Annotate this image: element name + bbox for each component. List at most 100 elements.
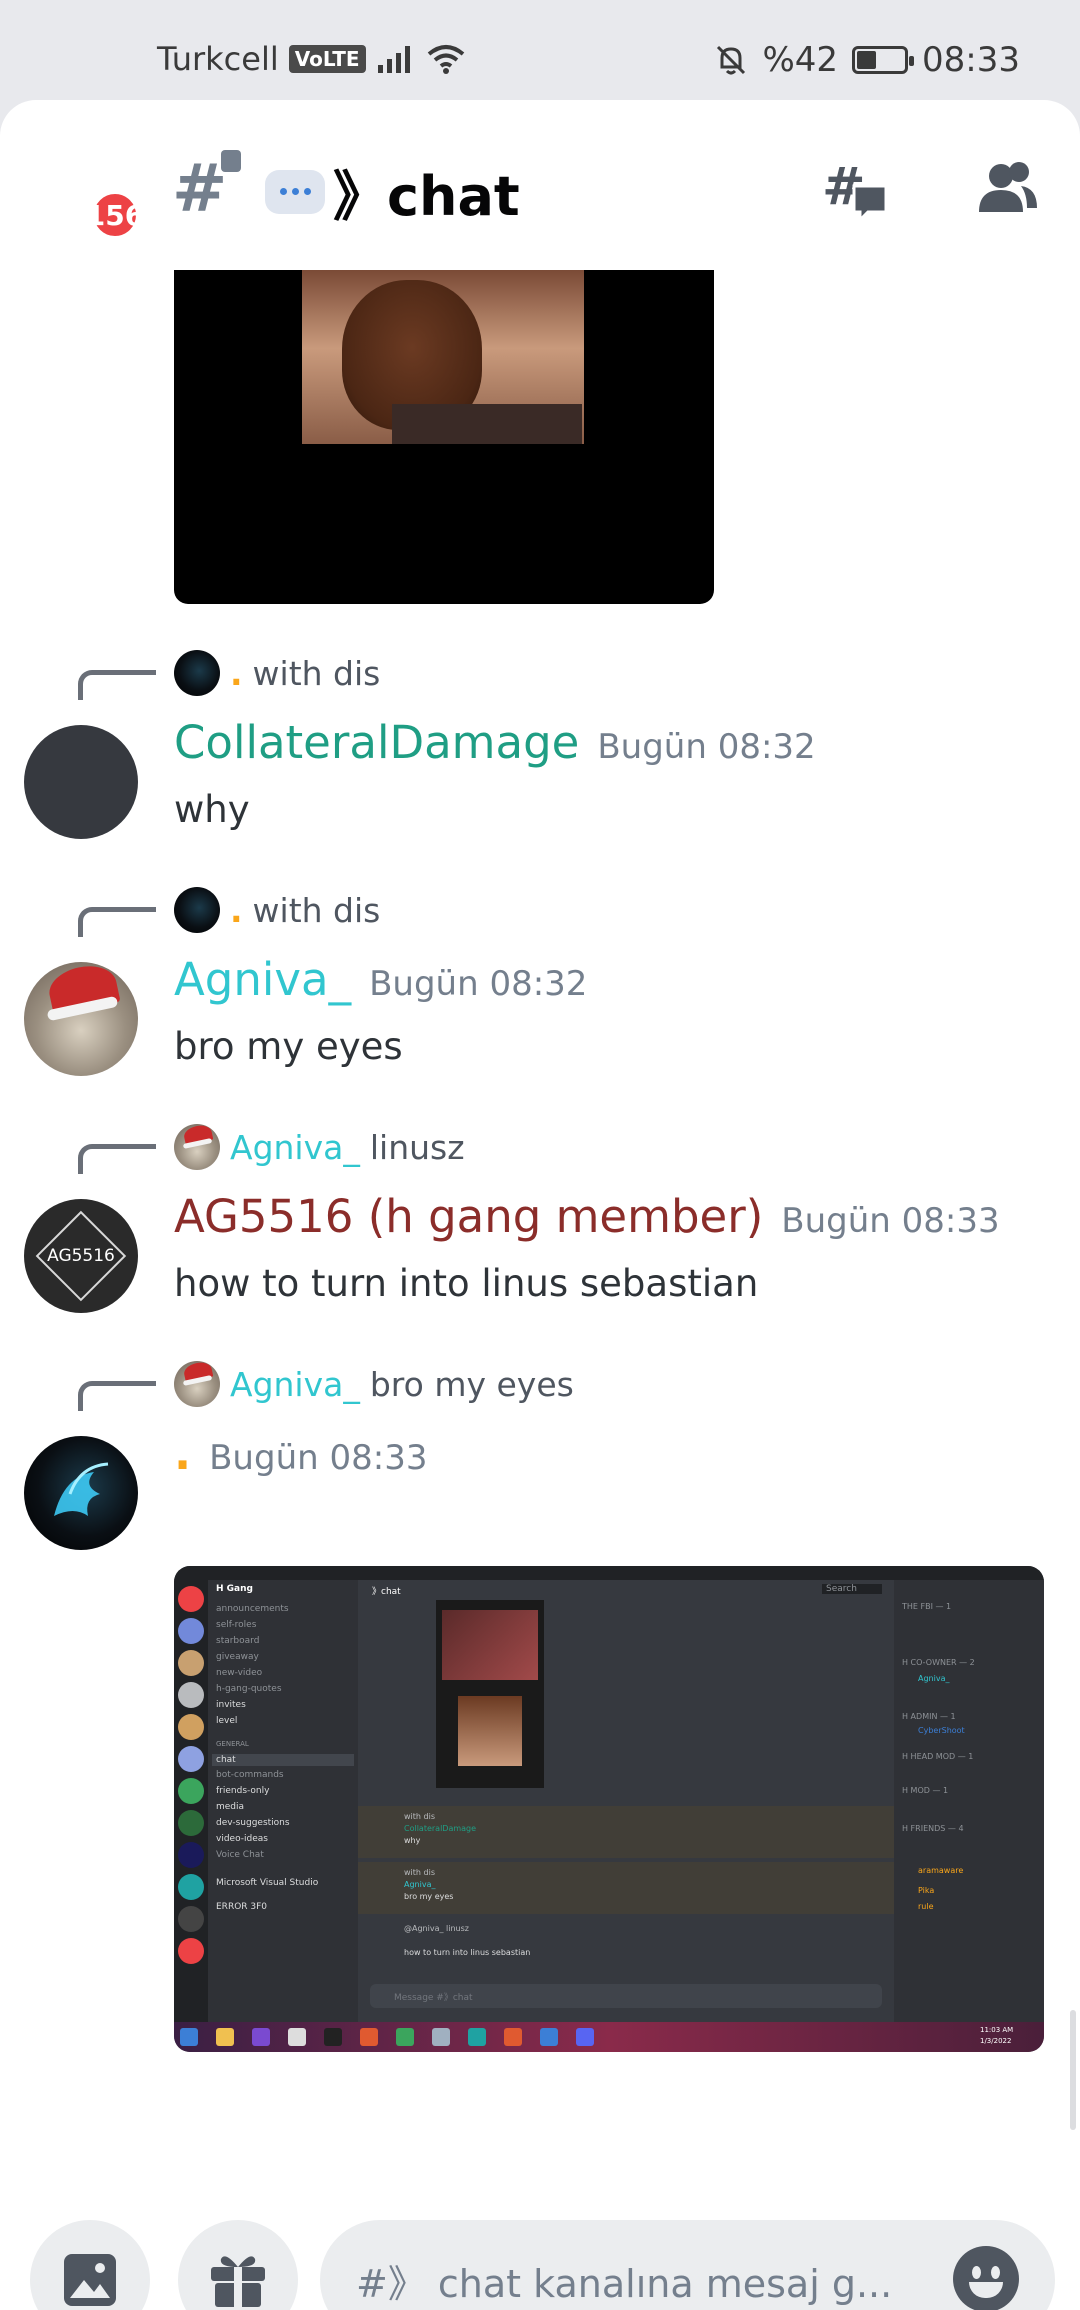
shot-titlebar xyxy=(174,1566,1044,1580)
members-icon[interactable] xyxy=(975,158,1039,218)
author-name[interactable]: CollateralDamage xyxy=(174,716,579,769)
shot-clock: 11:03 AM xyxy=(980,2026,1014,2034)
timestamp: Bugün 08:32 xyxy=(369,964,588,1004)
reply-connector xyxy=(78,1381,156,1411)
shot-server-list xyxy=(174,1580,208,2022)
timestamp: Bugün 08:33 xyxy=(209,1438,428,1478)
reply-preview[interactable]: Agniva_ bro my eyes xyxy=(174,1361,574,1407)
emoji-icon[interactable] xyxy=(953,2246,1019,2310)
shot-channel: self-roles xyxy=(216,1620,257,1630)
shot-taskbar-icon xyxy=(360,2028,378,2046)
video-thumbnail xyxy=(302,270,584,444)
reply-avatar xyxy=(174,887,220,933)
threads-icon[interactable]: # xyxy=(820,156,890,226)
shot-start-icon xyxy=(180,2028,198,2046)
shot-member: rule xyxy=(918,1902,934,1911)
shot-category: GENERAL xyxy=(216,1740,249,1748)
shot-channel: video-ideas xyxy=(216,1834,268,1844)
gift-button[interactable] xyxy=(178,2220,298,2310)
gift-icon xyxy=(211,2256,265,2307)
shot-taskbar-icon xyxy=(216,2028,234,2046)
shot-channel: friends-only xyxy=(216,1786,270,1796)
shot-taskbar-icon xyxy=(396,2028,414,2046)
reply-text: with dis xyxy=(252,890,381,930)
volte-badge: VoLTE xyxy=(288,45,366,73)
shot-channel: announcements xyxy=(216,1604,289,1614)
message-item[interactable]: Agniva_ linusz AG5516 AG5516 (h gang mem… xyxy=(0,1124,1080,1313)
shot-server-icon xyxy=(178,1874,204,1900)
carrier-name: Turkcell xyxy=(157,40,279,78)
shot-channel: Voice Chat xyxy=(216,1850,264,1860)
shot-chat-line: Agniva_ xyxy=(404,1880,436,1889)
shot-taskbar-icon xyxy=(576,2028,594,2046)
shot-member-section: H HEAD MOD — 1 xyxy=(902,1752,974,1761)
reply-avatar xyxy=(174,1361,220,1407)
image-upload-button[interactable] xyxy=(30,2220,150,2310)
shot-taskbar: 11:03 AM 1/3/2022 xyxy=(174,2022,1044,2052)
message-text: how to turn into linus sebastian xyxy=(174,1262,759,1305)
avatar[interactable] xyxy=(24,1436,138,1550)
shot-search: Search xyxy=(822,1584,882,1594)
reply-avatar xyxy=(174,650,220,696)
avatar[interactable]: AG5516 xyxy=(24,1199,138,1313)
shot-server-icon xyxy=(178,1714,204,1740)
video-attachment[interactable] xyxy=(174,270,714,604)
shot-taskbar-icon xyxy=(288,2028,306,2046)
author-name[interactable]: Agniva_ xyxy=(174,953,351,1006)
reply-avatar xyxy=(174,1124,220,1170)
reply-author: Agniva_ xyxy=(230,1127,360,1167)
avatar[interactable] xyxy=(24,962,138,1076)
message-input[interactable]: #》 chat kanalına mesaj g... xyxy=(320,2220,1055,2310)
shot-channel: invites xyxy=(216,1700,246,1710)
notification-badge[interactable]: 156 xyxy=(86,190,144,240)
shot-server-icon xyxy=(178,1746,204,1772)
image-attachment[interactable]: H Gang announcements self-roles starboar… xyxy=(174,1566,1044,2052)
shot-channel: media xyxy=(216,1802,245,1812)
shot-channel-list: H Gang announcements self-roles starboar… xyxy=(208,1580,358,2022)
message-item[interactable]: . with dis Agniva_ Bugün 08:32 bro my ey… xyxy=(0,887,1080,1076)
shot-server-icon xyxy=(178,1650,204,1676)
author-name[interactable]: . xyxy=(174,1427,191,1480)
reply-connector xyxy=(78,670,156,700)
reply-preview[interactable]: . with dis xyxy=(174,887,380,933)
shot-user: ERROR 3F0 xyxy=(216,1902,268,1912)
mute-bell-icon xyxy=(717,45,746,75)
shot-server-icon xyxy=(178,1778,204,1804)
shot-taskbar-icon xyxy=(540,2028,558,2046)
shot-taskbar-icon xyxy=(252,2028,270,2046)
shot-message-input: Message #》chat xyxy=(370,1984,882,2008)
avatar[interactable] xyxy=(24,725,138,839)
reply-preview[interactable]: Agniva_ linusz xyxy=(174,1124,465,1170)
shot-server-icon xyxy=(178,1682,204,1708)
status-bar: Turkcell VoLTE %42 08:33 xyxy=(0,0,1080,100)
reply-author: . xyxy=(230,890,243,930)
video-shirt xyxy=(392,404,582,444)
shot-channel: starboard xyxy=(216,1636,260,1646)
avatar-diamond xyxy=(35,1210,127,1302)
shot-server-icon xyxy=(178,1618,204,1644)
shot-server-icon xyxy=(178,1810,204,1836)
message-header: Agniva_ Bugün 08:32 xyxy=(174,953,587,1006)
shot-chat-line: @Agniva_ linusz xyxy=(404,1924,469,1933)
shot-chat-line: why xyxy=(404,1836,421,1845)
message-header: AG5516 (h gang member) Bugün 08:33 xyxy=(174,1190,1000,1243)
shot-server-icon xyxy=(178,1842,204,1868)
scrollbar[interactable] xyxy=(1070,2010,1076,2130)
shot-taskbar-icon xyxy=(504,2028,522,2046)
shot-server-name: H Gang xyxy=(216,1584,253,1594)
reply-author: Agniva_ xyxy=(230,1364,360,1404)
reply-connector xyxy=(78,1144,156,1174)
shot-chat-line: CollateralDamage xyxy=(404,1824,477,1833)
shot-member: CyberShoot xyxy=(918,1726,965,1735)
status-left: Turkcell VoLTE xyxy=(157,40,466,78)
shot-member-list: THE FBI — 1 H CO-OWNER — 2 Agniva_ H ADM… xyxy=(894,1580,1044,2022)
shot-taskbar-icon xyxy=(432,2028,450,2046)
author-name[interactable]: AG5516 (h gang member) xyxy=(174,1190,763,1243)
reply-preview[interactable]: . with dis xyxy=(174,650,380,696)
battery-icon xyxy=(852,46,915,74)
wifi-icon xyxy=(427,45,464,74)
message-header: . Bugün 08:33 xyxy=(174,1427,427,1480)
channel-title[interactable]: 》chat xyxy=(265,152,520,231)
message-composer: #》 chat kanalına mesaj g... xyxy=(0,2150,1080,2310)
reply-text: linusz xyxy=(369,1127,465,1167)
